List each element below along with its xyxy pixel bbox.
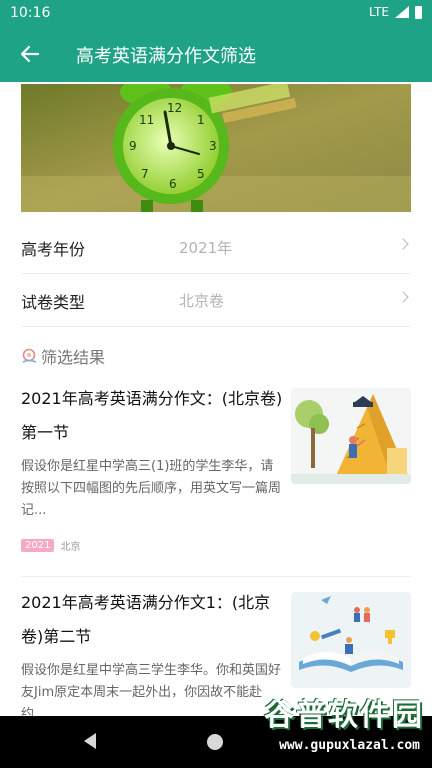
filter-value-year: 2021年 [179,239,233,257]
result-tags: 2021 北京 [21,538,80,553]
watermark: 谷普软件园 www.gupuxlazal.com [234,686,430,768]
nav-back-icon[interactable] [84,733,96,749]
back-button[interactable] [14,38,46,70]
result-thumbnail [291,388,411,484]
year-tag: 2021 [21,539,55,552]
chevron-right-icon [397,238,409,250]
svg-text:3: 3 [209,139,217,153]
app-bar: 高考英语满分作文筛选 [0,26,432,82]
page-title: 高考英语满分作文筛选 [76,46,256,67]
signal-icon [395,6,409,18]
chevron-right-icon [397,291,409,303]
alarm-clock-illustration: 12 1 3 5 6 7 9 11 [21,84,411,212]
result-title: 2021年高考英语满分作文1：(北京卷)第二节 [21,593,271,646]
result-marker-icon [22,348,37,363]
nav-home-icon[interactable] [207,734,223,750]
result-description: 假设你是红星中学高三(1)班的学生李华，请按照以下四幅图的先后顺序，用英文写一篇… [21,459,282,518]
open-book-illustration [291,592,411,680]
svg-text:6: 6 [169,177,177,191]
filter-label-paper-type: 试卷类型 [21,293,86,312]
divider [21,576,411,577]
filter-row-year[interactable]: 高考年份 2021年 [21,222,411,272]
svg-text:7: 7 [141,167,149,181]
battery-icon [415,5,422,19]
result-thumbnail [291,592,411,688]
svg-text:5: 5 [197,167,205,181]
filter-label-year: 高考年份 [21,240,86,259]
divider [21,273,411,274]
status-bar: 10:16 LTE [0,0,432,26]
svg-text:9: 9 [129,139,137,153]
divider [21,326,411,327]
result-title: 2021年高考英语满分作文：(北京卷)第一节 [21,389,283,442]
network-type: LTE [369,5,389,19]
svg-text:12: 12 [167,101,182,115]
filter-value-paper-type: 北京卷 [179,292,225,310]
back-arrow-icon [20,45,40,63]
svg-text:11: 11 [139,113,154,127]
banner-image: 12 1 3 5 6 7 9 11 [21,84,411,212]
status-time: 10:16 [10,5,51,21]
svg-text:1: 1 [197,113,205,127]
status-indicators: LTE [369,5,422,19]
main-content: 12 1 3 5 6 7 9 11 高考年份 2021年 试卷类型 北京卷 筛选… [0,82,432,716]
watermark-brand: 谷普软件园 [264,698,424,733]
region-tag: 北京 [60,542,81,553]
climbing-book-illustration [291,388,411,484]
watermark-url: www.gupuxlazal.com [279,738,420,753]
result-card[interactable]: 2021年高考英语满分作文：(北京卷)第一节 假设你是红星中学高三(1)班的学生… [21,382,411,566]
filter-row-paper-type[interactable]: 试卷类型 北京卷 [21,275,411,325]
results-title: 筛选结果 [41,348,106,367]
results-header: 筛选结果 [21,344,105,368]
